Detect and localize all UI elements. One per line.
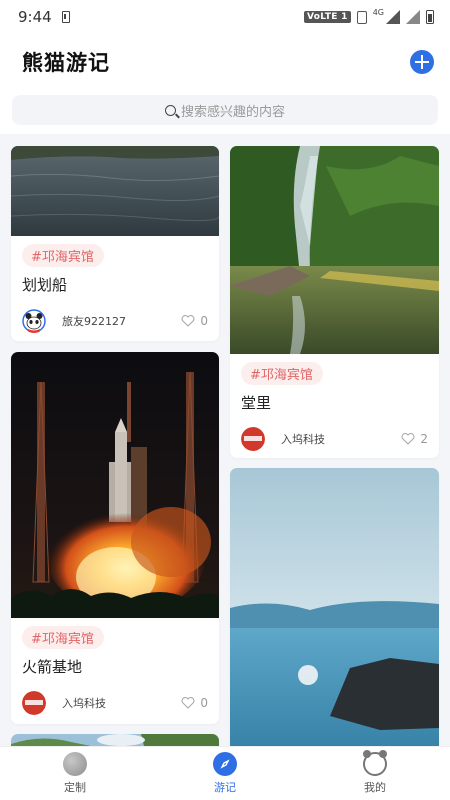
post-card[interactable]: #邛海宾馆 堂里 入坞科技 2 xyxy=(230,146,439,458)
like-count: 2 xyxy=(420,432,428,446)
like-button[interactable]: 0 xyxy=(181,696,208,710)
plus-icon xyxy=(415,55,429,69)
post-title: 划划船 xyxy=(22,276,68,294)
add-post-button[interactable] xyxy=(410,50,434,74)
signal-icon-secondary xyxy=(406,10,420,24)
volte-badge: VoLTE 1 xyxy=(304,11,351,23)
status-time: 9:44 xyxy=(18,8,52,26)
tab-travelogue[interactable]: 游记 xyxy=(150,747,300,800)
post-card[interactable] xyxy=(230,468,439,746)
heart-icon xyxy=(401,433,415,445)
avatar[interactable] xyxy=(241,427,265,451)
app-header: 熊猫游记 xyxy=(0,34,450,90)
heart-icon xyxy=(181,315,195,327)
avatar[interactable] xyxy=(22,309,46,333)
panda-icon xyxy=(363,750,387,776)
search-placeholder: 搜索感兴趣的内容 xyxy=(180,104,285,120)
post-card[interactable] xyxy=(11,734,219,746)
tab-label: 定制 xyxy=(64,781,86,794)
post-title: 火箭基地 xyxy=(22,658,83,676)
like-button[interactable]: 0 xyxy=(181,314,208,328)
post-image xyxy=(230,146,439,354)
post-image xyxy=(11,352,219,618)
post-feed[interactable]: #邛海宾馆 划划船 旅友922127 0 #邛海宾馆 火箭基地 入坞科技 0 #… xyxy=(0,134,450,746)
post-image xyxy=(230,468,439,746)
tab-label: 我的 xyxy=(364,781,386,794)
compass-icon xyxy=(213,752,237,776)
vibrate-icon xyxy=(356,10,367,24)
like-button[interactable]: 2 xyxy=(401,432,428,446)
heart-icon xyxy=(181,697,195,709)
location-tag[interactable]: #邛海宾馆 xyxy=(241,362,323,385)
location-tag[interactable]: #邛海宾馆 xyxy=(22,626,104,649)
page-title: 熊猫游记 xyxy=(22,51,110,75)
sim-card-icon xyxy=(61,11,70,23)
post-image xyxy=(11,146,219,236)
author-name[interactable]: 入坞科技 xyxy=(281,431,401,447)
search-input[interactable]: 搜索感兴趣的内容 xyxy=(12,95,438,125)
author-name[interactable]: 旅友922127 xyxy=(62,313,181,329)
status-bar: 9:44 VoLTE 1 4G xyxy=(0,0,450,34)
battery-icon xyxy=(426,10,434,24)
post-image xyxy=(11,734,219,746)
search-icon xyxy=(164,104,176,116)
signal-icon xyxy=(386,10,400,24)
post-card[interactable]: #邛海宾馆 火箭基地 入坞科技 0 xyxy=(11,352,219,724)
network-type-label: 4G xyxy=(372,7,384,17)
tab-customize[interactable]: 定制 xyxy=(0,747,150,800)
avatar[interactable] xyxy=(22,691,46,715)
like-count: 0 xyxy=(200,314,208,328)
location-tag[interactable]: #邛海宾馆 xyxy=(22,244,104,267)
globe-icon xyxy=(63,752,87,776)
tab-profile[interactable]: 我的 xyxy=(300,747,450,800)
search-section: 搜索感兴趣的内容 xyxy=(0,90,450,134)
author-name[interactable]: 入坞科技 xyxy=(62,695,181,711)
bottom-tab-bar: 定制 游记 我的 xyxy=(0,746,450,800)
post-card[interactable]: #邛海宾馆 划划船 旅友922127 0 xyxy=(11,146,219,341)
post-title: 堂里 xyxy=(241,394,272,412)
like-count: 0 xyxy=(200,696,208,710)
tab-label: 游记 xyxy=(214,781,236,794)
